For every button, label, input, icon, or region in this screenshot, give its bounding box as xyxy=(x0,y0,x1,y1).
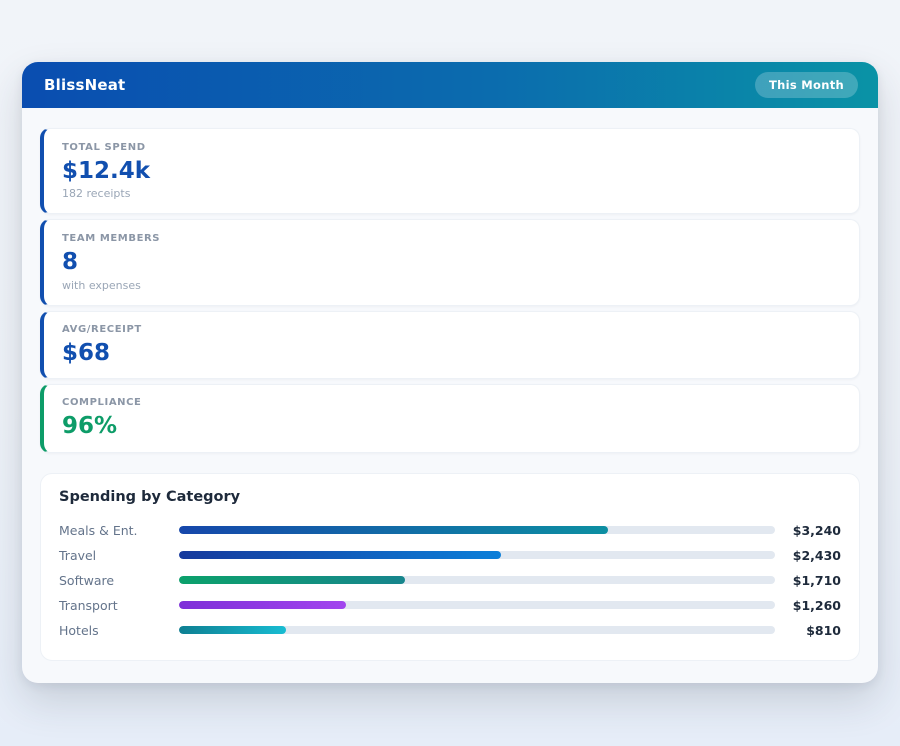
bar-track xyxy=(179,551,775,559)
bar-fill-meals xyxy=(179,526,608,534)
chart-title: Spending by Category xyxy=(59,489,841,505)
dashboard-container: BlissNeat This Month TOTAL SPEND $12.4k … xyxy=(22,62,878,683)
stat-card-total-spend: TOTAL SPEND $12.4k 182 receipts xyxy=(40,128,860,214)
category-label: Travel xyxy=(59,548,179,563)
stat-label: COMPLIANCE xyxy=(62,397,841,408)
category-value: $1,710 xyxy=(775,573,841,588)
stat-subtext: 182 receipts xyxy=(62,187,841,200)
category-value: $3,240 xyxy=(775,523,841,538)
bar-track xyxy=(179,576,775,584)
stat-label: TOTAL SPEND xyxy=(62,142,841,153)
stat-value: $68 xyxy=(62,340,841,366)
chart-row-hotels: Hotels $810 xyxy=(59,618,841,643)
chart-row-transport: Transport $1,260 xyxy=(59,593,841,618)
app-header: BlissNeat This Month xyxy=(22,62,878,108)
bar-track xyxy=(179,526,775,534)
bar-track xyxy=(179,601,775,609)
dashboard-content: TOTAL SPEND $12.4k 182 receipts TEAM MEM… xyxy=(22,108,878,683)
bar-fill-travel xyxy=(179,551,501,559)
period-badge[interactable]: This Month xyxy=(755,72,858,98)
bar-fill-software xyxy=(179,576,405,584)
stat-card-avg-receipt: AVG/RECEIPT $68 xyxy=(40,311,860,379)
category-label: Software xyxy=(59,573,179,588)
stat-value: 96% xyxy=(62,413,841,439)
category-value: $2,430 xyxy=(775,548,841,563)
bar-track xyxy=(179,626,775,634)
stat-value: $12.4k xyxy=(62,158,841,184)
bar-fill-hotels xyxy=(179,626,286,634)
category-value: $1,260 xyxy=(775,598,841,613)
stat-value: 8 xyxy=(62,249,841,275)
category-label: Meals & Ent. xyxy=(59,523,179,538)
app-title: BlissNeat xyxy=(44,76,125,94)
category-value: $810 xyxy=(775,623,841,638)
stat-label: AVG/RECEIPT xyxy=(62,324,841,335)
stat-label: TEAM MEMBERS xyxy=(62,233,841,244)
chart-row-travel: Travel $2,430 xyxy=(59,543,841,568)
chart-row-meals: Meals & Ent. $3,240 xyxy=(59,518,841,543)
category-label: Transport xyxy=(59,598,179,613)
chart-row-software: Software $1,710 xyxy=(59,568,841,593)
stat-subtext: with expenses xyxy=(62,279,841,292)
stat-card-compliance: COMPLIANCE 96% xyxy=(40,384,860,452)
category-label: Hotels xyxy=(59,623,179,638)
stat-card-team-members: TEAM MEMBERS 8 with expenses xyxy=(40,219,860,305)
spending-by-category-card: Spending by Category Meals & Ent. $3,240… xyxy=(40,473,860,661)
bar-fill-transport xyxy=(179,601,346,609)
